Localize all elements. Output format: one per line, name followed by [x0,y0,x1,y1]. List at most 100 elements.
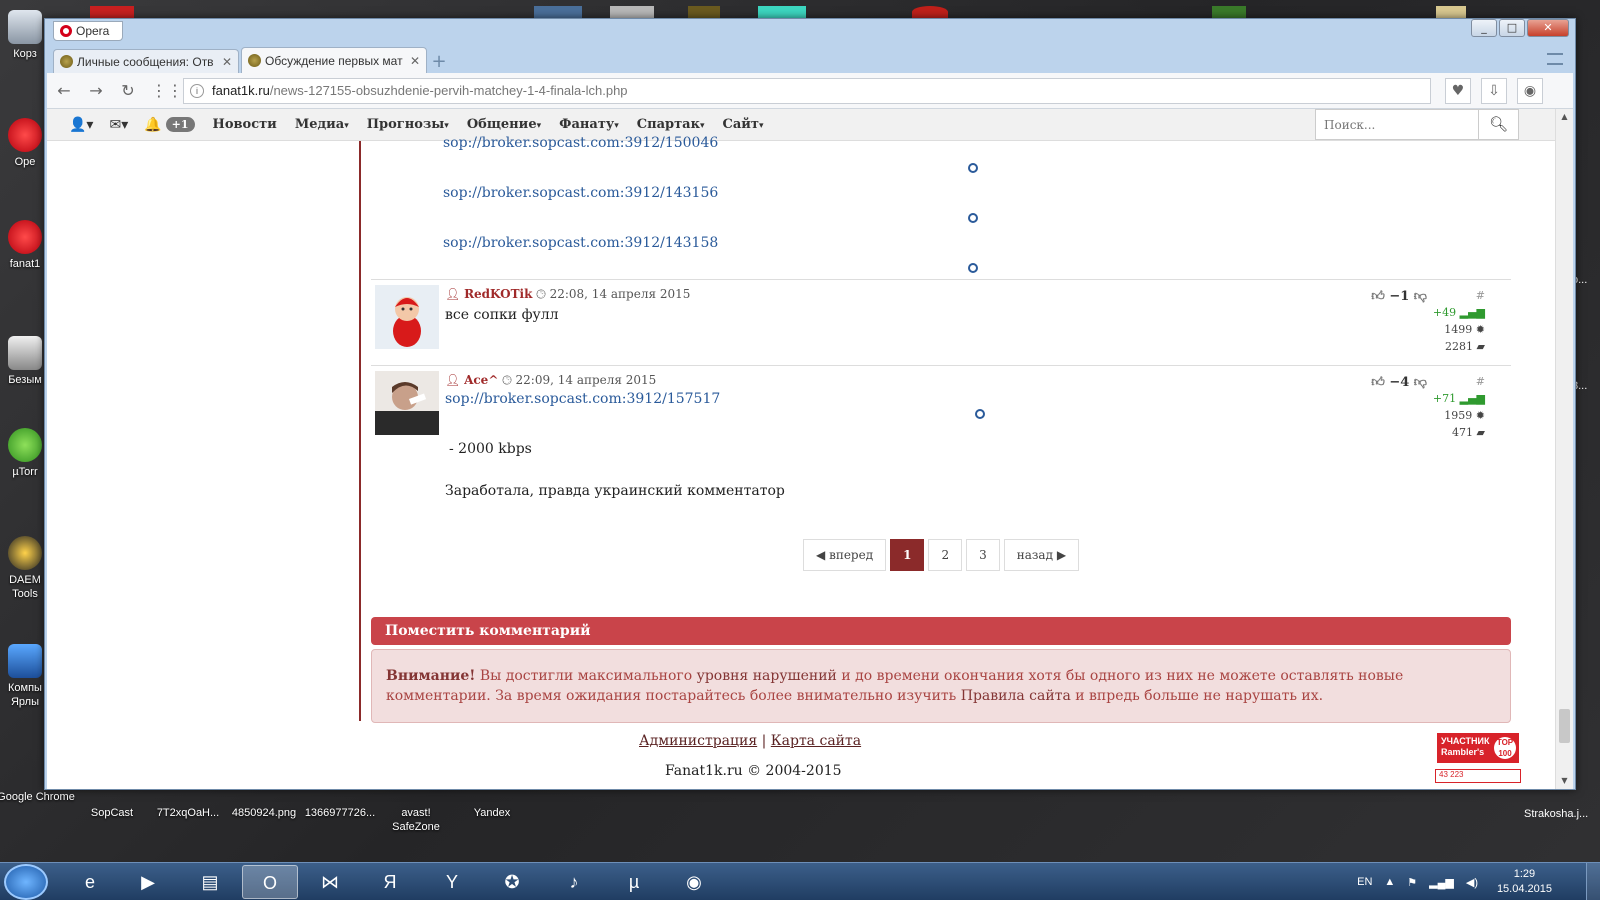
violations-link[interactable]: уровня нарушений [697,668,837,684]
pagination-next[interactable]: назад ▶ [1003,539,1080,571]
sop-link[interactable]: sop://broker.sopcast.com:3912/143156 [443,185,718,201]
desktop-icon-untitled[interactable]: Безым [0,336,50,387]
nav-community[interactable]: Общение▾ [467,117,541,132]
tab-discussion[interactable]: Обсуждение первых мат ✕ [241,47,427,73]
desktop-icon-strakosha[interactable]: Strakosha.j... [1524,808,1588,820]
nav-for-fans[interactable]: Фанату▾ [559,117,619,132]
comment-username[interactable]: Ace^ [464,373,498,387]
user-icon[interactable]: 👤▾ [69,117,93,133]
visual-studio-icon[interactable]: ⋈ [302,865,358,899]
yandex-icon[interactable]: Я [362,865,418,899]
show-desktop-button[interactable] [1586,863,1600,900]
desktop-icon-avast[interactable]: avast! SafeZone [376,806,456,834]
folder-icon[interactable]: ▤ [182,865,238,899]
reload-icon[interactable]: ↻ [119,81,137,100]
ie-icon[interactable]: e [62,865,118,899]
play-circle-icon[interactable] [968,163,978,173]
download-icon[interactable]: ⇩ [1481,77,1507,104]
scroll-down-icon[interactable]: ▼ [1556,773,1573,789]
points-value: 1959 [1444,409,1473,422]
back-arrow-icon[interactable]: ← [55,81,73,100]
comment-permalink[interactable]: # [1433,287,1485,304]
scrollbar-thumb[interactable] [1559,709,1570,743]
thumbs-down-icon[interactable]: 👎︎ [1414,289,1427,304]
pagination-page-1[interactable]: 1 [890,539,925,571]
nav-spartak[interactable]: Спартак▾ [637,117,705,132]
pagination-prev[interactable]: ◀ вперед [803,539,887,571]
speed-dial-grid-icon[interactable]: ⋮⋮⋮ [151,81,199,100]
nav-news[interactable]: Новости [213,117,277,132]
desktop-icon-chrome[interactable]: Google Chrome [0,790,76,804]
nav-site[interactable]: Сайт▾ [723,117,764,132]
nav-media[interactable]: Медиа▾ [295,117,349,132]
tab-private-messages[interactable]: Личные сообщения: Отв ✕ [53,49,239,73]
desktop-icon-computer[interactable]: Компы Ярлы [0,644,50,709]
footer-sitemap-link[interactable]: Карта сайта [771,733,861,749]
notification-badge[interactable]: +1 [165,117,195,132]
page-scrollbar[interactable]: ▲ ▼ [1555,109,1573,789]
user-avatar[interactable] [375,371,439,435]
desktop-icon-png[interactable]: 4850924.png [224,806,304,820]
url-input[interactable]: i fanat1k.ru/news-127155-obsuzhdenie-per… [183,77,1431,104]
play-circle-icon[interactable] [968,213,978,223]
forward-arrow-icon[interactable]: → [87,81,105,100]
footer-admin-link[interactable]: Администрация [639,733,757,749]
tab-close-icon[interactable]: ✕ [222,55,232,69]
site-info-icon[interactable]: i [190,83,204,98]
maximize-button[interactable]: □ [1499,19,1525,37]
minimize-button[interactable]: _ [1471,19,1497,37]
thumbs-up-icon[interactable]: 👍︎ [1371,375,1385,390]
play-circle-icon[interactable] [968,263,978,273]
media-player-icon[interactable]: ▶ [120,865,176,899]
desktop-icon-opera[interactable]: Ope [0,118,50,169]
comment-permalink[interactable]: # [1433,373,1485,390]
clock[interactable]: 1:29 15.04.2015 [1497,867,1552,897]
mail-icon[interactable]: ✉▾ [109,117,128,133]
heart-bookmark-icon[interactable]: ♥ [1445,77,1471,104]
account-icon[interactable]: ◉ [1517,77,1543,104]
desktop-icon-yandex[interactable]: Yandex [452,806,532,820]
bell-icon[interactable]: 🔔 [144,117,161,133]
desktop-icon-recycle[interactable]: Корз [0,10,50,61]
desktop-icon-utorrent[interactable]: µTorr [0,428,50,479]
sop-link[interactable]: sop://broker.sopcast.com:3912/150046 [443,135,718,151]
flag-icon[interactable]: ⚑ [1407,876,1417,889]
media-app-icon[interactable]: ✪ [484,865,540,899]
desktop-icon-sopcast[interactable]: SopCast [72,806,152,820]
desktop-icon-file-1366[interactable]: 1366977726... [300,806,380,820]
rambler-top100-badge[interactable]: УЧАСТНИК Rambler's TOP 100 [1435,731,1521,765]
close-window-button[interactable]: ✕ [1527,19,1569,37]
sop-link[interactable]: sop://broker.sopcast.com:3912/143158 [443,235,718,251]
comment-username[interactable]: RedKOTik [464,287,532,301]
play-circle-icon[interactable] [975,409,985,419]
opera-menu-button[interactable]: Opera [53,21,123,41]
new-tab-button[interactable]: + [429,53,449,73]
scroll-up-icon[interactable]: ▲ [1556,109,1573,125]
pagination-page-2[interactable]: 2 [928,539,963,571]
desktop-icon-file-7t2[interactable]: 7T2xqOaH... [148,806,228,820]
sound-app-icon[interactable]: ♪ [546,865,602,899]
utorrent-taskbar-icon[interactable]: µ [606,865,662,899]
site-rules-link[interactable]: Правила сайта [961,688,1071,704]
nav-predictions[interactable]: Прогнозы▾ [367,117,449,132]
desktop-icon-fanat1k[interactable]: fanat1 [0,220,50,271]
thumbs-up-icon[interactable]: 👍︎ [1371,289,1385,304]
opera-taskbar-icon[interactable]: O [242,865,298,899]
volume-icon[interactable]: ◀) [1466,876,1478,889]
rambler-counter[interactable]: 43 223 [1435,769,1521,783]
sop-link[interactable]: sop://broker.sopcast.com:3912/157517 [445,391,720,407]
tab-close-icon[interactable]: ✕ [410,54,420,68]
search-icon[interactable]: 🔍︎ [1479,109,1519,140]
pagination-page-3[interactable]: 3 [966,539,1000,571]
language-indicator[interactable]: EN [1357,876,1372,888]
tray-arrow-icon[interactable]: ▲ [1384,876,1395,888]
thumbs-down-icon[interactable]: 👎︎ [1414,375,1427,390]
tab-menu-icon[interactable] [1547,53,1563,65]
desktop-icon-daemon-tools[interactable]: DAEM Tools [0,536,50,601]
network-icon[interactable]: ▂▄▆ [1429,876,1454,889]
start-button[interactable] [4,864,48,900]
chrome-icon[interactable]: ◉ [666,865,722,899]
yandex-browser-icon[interactable]: Y [424,865,480,899]
site-search-input[interactable] [1315,109,1479,140]
user-avatar[interactable] [375,285,439,349]
